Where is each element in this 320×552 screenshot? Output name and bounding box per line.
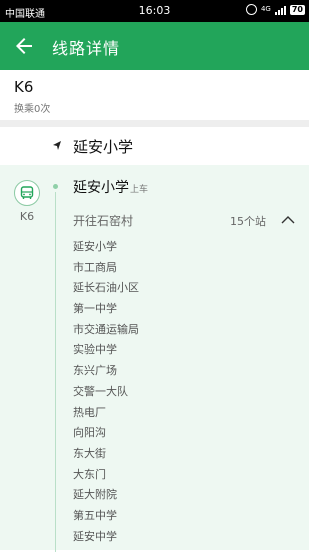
signal-icon xyxy=(274,5,286,15)
stop-item: 延安中学 xyxy=(73,529,117,543)
stop-list: 延安小学 市工商局 延长石油小区 第一中学 市交通运输局 实验中学 东兴广场 交… xyxy=(73,237,139,547)
stop-item: 延安小学 xyxy=(73,240,117,253)
page-title: 线路详情 xyxy=(52,39,121,58)
battery-icon: 70 xyxy=(289,4,305,15)
stop-count[interactable]: 15个站 xyxy=(230,213,266,229)
navigation-arrow-icon xyxy=(53,141,61,150)
board-stop: 延安小学上车 xyxy=(73,177,148,197)
route-name: K6 xyxy=(14,78,34,96)
bus-segment: K6 延安小学上车 开往石窑村 15个站 延安小学 市工商局 延长石油小区 第一… xyxy=(0,165,309,552)
transfer-count: 换乘0次 xyxy=(14,104,51,115)
route-summary: K6 换乘0次 xyxy=(0,70,309,120)
section-divider xyxy=(0,120,309,127)
stop-item: 第一中学 xyxy=(73,302,117,316)
stop-item: 热电厂 xyxy=(73,405,106,419)
board-tag: 上车 xyxy=(130,185,149,195)
chevron-up-icon[interactable] xyxy=(281,215,295,224)
bus-icon xyxy=(20,186,34,199)
status-icons: 4G 70 xyxy=(245,4,305,15)
arrow-left-icon[interactable] xyxy=(12,34,36,58)
bus-icon-badge xyxy=(14,180,40,206)
stop-item: 东大街 xyxy=(73,446,106,460)
stop-item: 东兴广场 xyxy=(73,364,117,378)
stop-item: 第五中学 xyxy=(73,508,117,522)
bus-line-label: K6 xyxy=(19,210,35,223)
stop-item: 市交通运输局 xyxy=(73,322,139,336)
stop-item: 大东门 xyxy=(73,467,106,481)
timeline-line xyxy=(55,192,56,552)
network-type: 4G xyxy=(260,5,271,13)
stop-item: 实验中学 xyxy=(73,343,117,357)
status-bar: 中国联通 16:03 4G 70 xyxy=(0,0,309,22)
start-stop-name: 延安小学 xyxy=(73,138,134,156)
alarm-icon xyxy=(245,4,257,15)
stop-item: 市工商局 xyxy=(73,260,117,274)
direction-label: 开往石窑村 xyxy=(73,214,134,228)
stop-item: 交警一大队 xyxy=(73,384,128,398)
timeline-dot xyxy=(53,184,58,189)
stop-item: 延大附院 xyxy=(73,488,117,502)
app-bar: 线路详情 xyxy=(0,22,309,70)
board-stop-name: 延安小学 xyxy=(73,180,129,196)
stop-item: 向阳沟 xyxy=(73,426,106,440)
stop-item: 延长石油小区 xyxy=(73,281,139,295)
start-stop-row: 延安小学 xyxy=(0,127,309,165)
